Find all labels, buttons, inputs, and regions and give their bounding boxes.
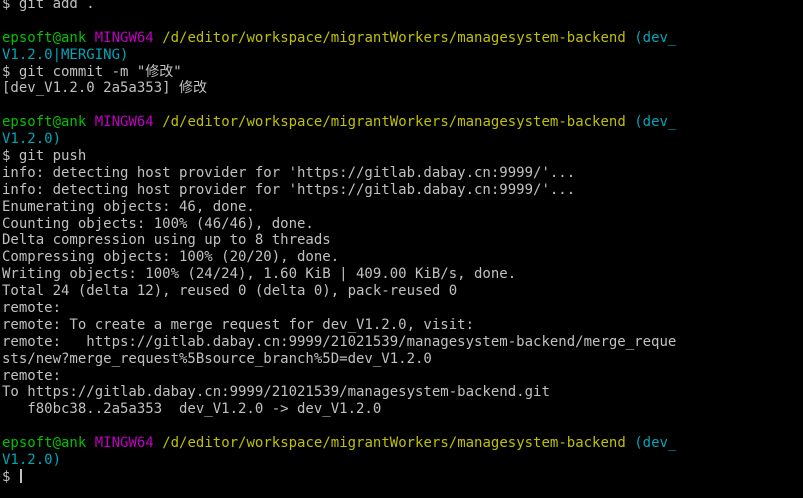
- prompt-user: epsoft@ank: [2, 29, 87, 46]
- terminal-line: Writing objects: 100% (24/24), 1.60 KiB …: [2, 266, 517, 283]
- prompt-user: epsoft@ank: [2, 114, 87, 131]
- prompt-env: MINGW64: [94, 29, 154, 46]
- prompt-branch-rest: V1.2.0): [2, 452, 62, 469]
- prompt-branch-start: (dev_: [634, 114, 677, 131]
- prompt-branch-start: (dev_: [634, 435, 677, 452]
- terminal-line: Total 24 (delta 12), reused 0 (delta 0),…: [2, 283, 458, 300]
- terminal-line: remote: To create a merge request for de…: [2, 316, 475, 333]
- terminal-line: Enumerating objects: 46, done.: [2, 198, 255, 215]
- prompt-header: epsoft@ank MINGW64 /d/editor/workspace/m…: [2, 435, 803, 452]
- terminal-line: remote:: [2, 367, 62, 384]
- prompt-user: epsoft@ank: [2, 435, 87, 452]
- terminal-line: sts/new?merge_request%5Bsource_branch%5D…: [2, 350, 432, 367]
- terminal-line: Compressing objects: 100% (20/20), done.: [2, 249, 340, 266]
- prompt-env: MINGW64: [94, 114, 154, 131]
- terminal-window[interactable]: $ git add . epsoft@ank MINGW64 /d/editor…: [0, 0, 803, 494]
- prompt-path: /d/editor/workspace/migrantWorkers/manag…: [162, 114, 626, 131]
- prompt-branch-start: (dev_: [634, 29, 677, 46]
- prompt-branch-rest: V1.2.0): [2, 131, 62, 148]
- terminal-line: f80bc38..2a5a353 dev_V1.2.0 -> dev_V1.2.…: [2, 401, 382, 418]
- terminal-line: info: detecting host provider for 'https…: [2, 181, 576, 198]
- terminal-line: Counting objects: 100% (46/46), done.: [2, 215, 314, 232]
- prompt-header: epsoft@ank MINGW64 /d/editor/workspace/m…: [2, 30, 803, 47]
- prompt-path: /d/editor/workspace/migrantWorkers/manag…: [162, 435, 626, 452]
- prompt-env: MINGW64: [94, 435, 154, 452]
- terminal-line: $ git add .: [2, 0, 95, 12]
- terminal-line: [dev_V1.2.0 2a5a353] 修改: [2, 80, 208, 97]
- text-cursor[interactable]: [19, 468, 22, 483]
- prompt-header: epsoft@ank MINGW64 /d/editor/workspace/m…: [2, 114, 803, 131]
- terminal-line: remote: https://gitlab.dabay.cn:9999/210…: [2, 333, 677, 350]
- prompt-branch-rest: V1.2.0|MERGING): [2, 46, 129, 63]
- terminal-line: info: detecting host provider for 'https…: [2, 164, 576, 181]
- terminal-line: $ git commit -m "修改": [2, 63, 182, 80]
- command-input-line[interactable]: $: [2, 468, 803, 486]
- prompt-symbol: $: [2, 468, 11, 485]
- terminal-line: remote:: [2, 300, 62, 317]
- terminal-line: To https://gitlab.dabay.cn:9999/21021539…: [2, 384, 550, 401]
- terminal-line: Delta compression using up to 8 threads: [2, 232, 331, 249]
- terminal-line: $ git push: [2, 148, 87, 165]
- prompt-path: /d/editor/workspace/migrantWorkers/manag…: [162, 29, 626, 46]
